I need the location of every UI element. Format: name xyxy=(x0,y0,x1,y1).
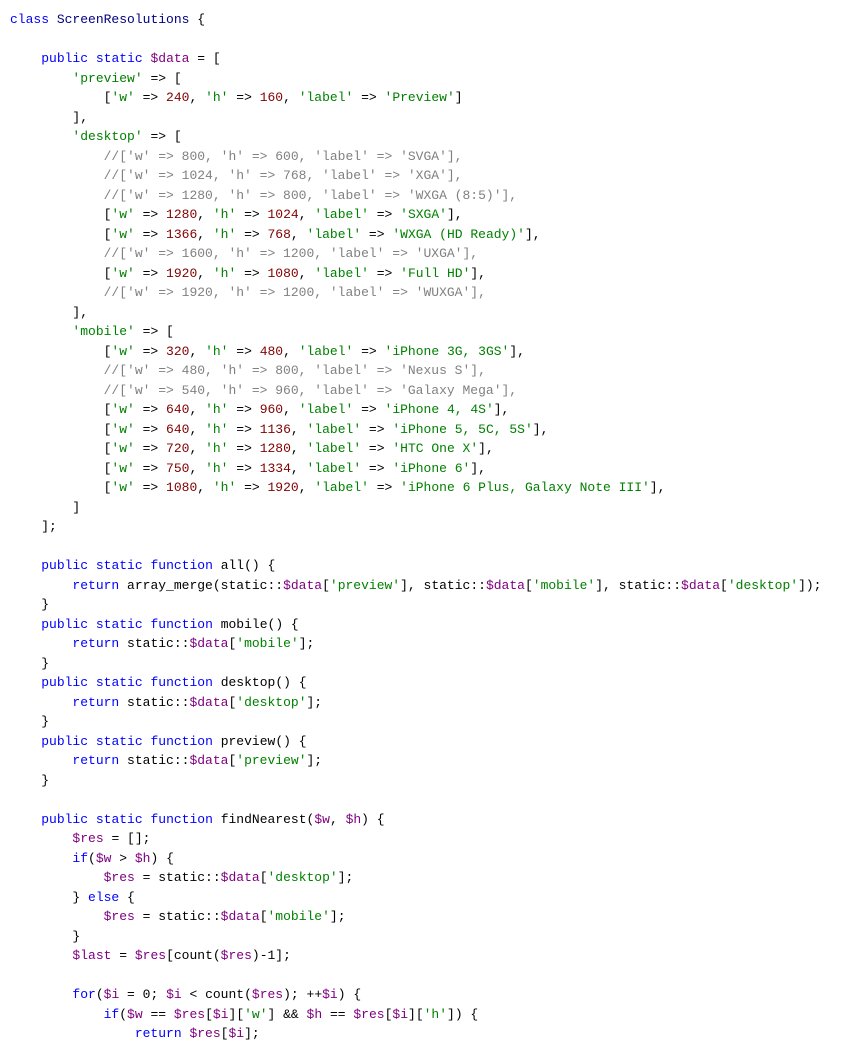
code-line: //['w' => 480, 'h' => 800, 'label' => 'N… xyxy=(0,361,855,381)
code-line: for($i = 0; $i < count($res); ++$i) { xyxy=(0,985,855,1005)
code-line: return static::$data['mobile']; xyxy=(0,634,855,654)
code-line: } else { xyxy=(0,888,855,908)
code-line: if($w == $res[$i]['w'] && $h == $res[$i]… xyxy=(0,1005,855,1025)
code-block: class ScreenResolutions { public static … xyxy=(0,10,855,1044)
code-line: ['w' => 720, 'h' => 1280, 'label' => 'HT… xyxy=(0,439,855,459)
code-line: ['w' => 1366, 'h' => 768, 'label' => 'WX… xyxy=(0,225,855,245)
code-line: //['w' => 800, 'h' => 600, 'label' => 'S… xyxy=(0,147,855,167)
code-line: ], xyxy=(0,303,855,323)
code-line: ['w' => 240, 'h' => 160, 'label' => 'Pre… xyxy=(0,88,855,108)
code-line: //['w' => 540, 'h' => 960, 'label' => 'G… xyxy=(0,381,855,401)
code-line xyxy=(0,537,855,557)
code-line: 'desktop' => [ xyxy=(0,127,855,147)
code-line: ['w' => 1920, 'h' => 1080, 'label' => 'F… xyxy=(0,264,855,284)
code-line: } xyxy=(0,595,855,615)
code-line: 'mobile' => [ xyxy=(0,322,855,342)
code-line: ['w' => 640, 'h' => 1136, 'label' => 'iP… xyxy=(0,420,855,440)
code-line: $res = static::$data['desktop']; xyxy=(0,868,855,888)
code-line: class ScreenResolutions { xyxy=(0,10,855,30)
code-line: //['w' => 1600, 'h' => 1200, 'label' => … xyxy=(0,244,855,264)
code-line: 'preview' => [ xyxy=(0,69,855,89)
code-line: public static function mobile() { xyxy=(0,615,855,635)
code-line: ], xyxy=(0,108,855,128)
code-line xyxy=(0,790,855,810)
code-line: return static::$data['preview']; xyxy=(0,751,855,771)
code-line: //['w' => 1280, 'h' => 800, 'label' => '… xyxy=(0,186,855,206)
code-line xyxy=(0,966,855,986)
code-line: ] xyxy=(0,498,855,518)
code-line: //['w' => 1024, 'h' => 768, 'label' => '… xyxy=(0,166,855,186)
code-line: $res = []; xyxy=(0,829,855,849)
code-line: if($w > $h) { xyxy=(0,849,855,869)
code-line: $res = static::$data['mobile']; xyxy=(0,907,855,927)
code-line: ['w' => 1080, 'h' => 1920, 'label' => 'i… xyxy=(0,478,855,498)
code-line: ]; xyxy=(0,517,855,537)
code-line: ['w' => 1280, 'h' => 1024, 'label' => 'S… xyxy=(0,205,855,225)
code-line: ['w' => 750, 'h' => 1334, 'label' => 'iP… xyxy=(0,459,855,479)
code-line: } xyxy=(0,654,855,674)
code-line: $last = $res[count($res)-1]; xyxy=(0,946,855,966)
code-line: ['w' => 640, 'h' => 960, 'label' => 'iPh… xyxy=(0,400,855,420)
code-line: return static::$data['desktop']; xyxy=(0,693,855,713)
code-line: public static function preview() { xyxy=(0,732,855,752)
code-line: public static function findNearest($w, $… xyxy=(0,810,855,830)
code-line xyxy=(0,30,855,50)
code-line: public static function all() { xyxy=(0,556,855,576)
code-line: } xyxy=(0,927,855,947)
code-container: class ScreenResolutions { public static … xyxy=(0,0,855,1054)
code-line: } xyxy=(0,712,855,732)
code-line: } xyxy=(0,771,855,791)
code-line: public static $data = [ xyxy=(0,49,855,69)
code-line: ['w' => 320, 'h' => 480, 'label' => 'iPh… xyxy=(0,342,855,362)
code-line: return $res[$i]; xyxy=(0,1024,855,1044)
code-line: //['w' => 1920, 'h' => 1200, 'label' => … xyxy=(0,283,855,303)
code-line: public static function desktop() { xyxy=(0,673,855,693)
code-line: return array_merge(static::$data['previe… xyxy=(0,576,855,596)
